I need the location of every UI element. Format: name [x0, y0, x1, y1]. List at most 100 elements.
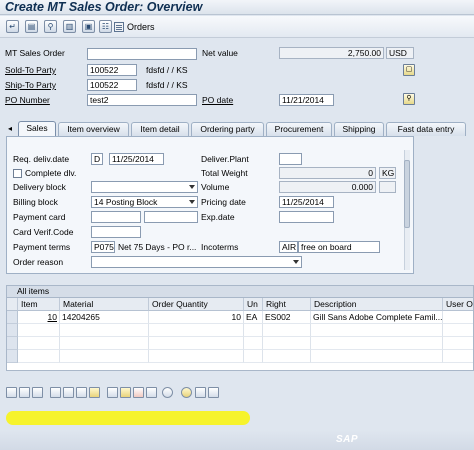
exp-date-field[interactable]	[279, 211, 334, 223]
cell-user-ou[interactable]	[443, 324, 473, 337]
insert-row-icon[interactable]	[19, 387, 30, 398]
display-item-icon[interactable]: ⚲	[44, 20, 57, 33]
header-partner-icon[interactable]: ▥	[63, 20, 76, 33]
application-toolbar: ↵ ▤ ⚲ ▥ ▣ ☷ Orders	[0, 16, 474, 38]
column-right[interactable]: Right	[263, 298, 311, 311]
cell-description[interactable]	[311, 324, 443, 337]
tab-fast-data-entry[interactable]: Fast data entry	[386, 122, 466, 136]
payment-terms-text: Net 75 Days - PO r...	[118, 242, 197, 252]
search-icon[interactable]: ⚲	[403, 93, 415, 105]
column-user-ou[interactable]: User Ou	[443, 298, 473, 311]
column-order-quantity[interactable]: Order Quantity	[149, 298, 244, 311]
sold-to-label: Sold-To Party	[5, 65, 57, 75]
cell-unit[interactable]	[244, 337, 263, 350]
cell-item[interactable]	[18, 337, 60, 350]
item-icon[interactable]: ▣	[82, 20, 95, 33]
cell-right[interactable]	[263, 337, 311, 350]
cell-description[interactable]: Gill Sans Adobe Complete Famil...	[311, 311, 443, 324]
payment-card-number-field[interactable]	[144, 211, 198, 223]
cell-right[interactable]	[263, 350, 311, 363]
cell-quantity[interactable]	[149, 350, 244, 363]
pricing-icon[interactable]	[120, 387, 131, 398]
row-selector[interactable]	[7, 337, 18, 350]
orders-button[interactable]: Orders	[114, 20, 155, 34]
row-selector[interactable]	[7, 324, 18, 337]
tab-ordering-party[interactable]: Ordering party	[191, 122, 264, 136]
tab-procurement[interactable]: Procurement	[266, 122, 332, 136]
tab-item-overview[interactable]: Item overview	[58, 122, 129, 136]
mt-sales-order-field[interactable]	[87, 48, 197, 60]
deliver-plant-label: Deliver.Plant	[201, 154, 249, 164]
document-icon[interactable]: ▢	[403, 64, 415, 76]
billing-block-select[interactable]: 14 Posting Block	[91, 196, 198, 208]
partner-icon[interactable]: ☷	[99, 20, 112, 33]
cell-description[interactable]	[311, 337, 443, 350]
sold-to-field[interactable]: 100522	[87, 64, 137, 76]
delivery-block-select[interactable]	[91, 181, 198, 193]
select-all-icon[interactable]	[50, 387, 61, 398]
column-material[interactable]: Material	[60, 298, 149, 311]
info-icon[interactable]	[208, 387, 219, 398]
search-icon[interactable]	[162, 387, 173, 398]
cell-right[interactable]: ES002	[263, 311, 311, 324]
payment-card-type-field[interactable]	[91, 211, 141, 223]
select-all-column[interactable]	[7, 298, 18, 311]
cell-item[interactable]	[18, 324, 60, 337]
details-icon[interactable]	[6, 387, 17, 398]
column-item[interactable]: Item	[18, 298, 60, 311]
tab-panel-scrollbar-thumb[interactable]	[404, 160, 410, 228]
column-unit[interactable]: Un	[244, 298, 263, 311]
po-number-field[interactable]: test2	[87, 94, 197, 106]
row-selector[interactable]	[7, 311, 18, 324]
cell-unit[interactable]	[244, 350, 263, 363]
tab-sales[interactable]: Sales	[18, 121, 56, 137]
cell-quantity[interactable]: 10	[149, 311, 244, 324]
copy-icon[interactable]	[146, 387, 157, 398]
incoterms-code-field[interactable]: AIR	[279, 241, 298, 253]
chevron-down-icon	[188, 198, 196, 206]
find-next-icon[interactable]	[181, 387, 192, 398]
deselect-all-icon[interactable]	[63, 387, 74, 398]
req-deliv-date-format-field[interactable]: D	[91, 153, 103, 165]
pricing-date-field[interactable]: 11/25/2014	[279, 196, 334, 208]
order-reason-select[interactable]	[91, 256, 302, 268]
incoterms-label: Incoterms	[201, 242, 239, 252]
cell-unit[interactable]: EA	[244, 311, 263, 324]
tab-scroll-left-icon[interactable]: ◂	[8, 124, 18, 135]
ship-to-field[interactable]: 100522	[87, 79, 137, 91]
schedule-lines-icon[interactable]	[89, 387, 100, 398]
payment-terms-code-field[interactable]: P075	[91, 241, 115, 253]
cell-description[interactable]	[311, 350, 443, 363]
cell-user-ou[interactable]	[443, 311, 473, 324]
cell-quantity[interactable]	[149, 337, 244, 350]
card-verif-code-field[interactable]	[91, 226, 141, 238]
cell-material[interactable]	[60, 337, 149, 350]
po-date-field[interactable]: 11/21/2014	[279, 94, 334, 106]
cell-material[interactable]	[60, 324, 149, 337]
tab-shipping[interactable]: Shipping	[334, 122, 384, 136]
delete-row-icon[interactable]	[32, 387, 43, 398]
deliver-plant-field[interactable]	[279, 153, 302, 165]
req-deliv-date-field[interactable]: 11/25/2014	[109, 153, 164, 165]
cell-material[interactable]: 14204265	[60, 311, 149, 324]
display-header-icon[interactable]: ▤	[25, 20, 38, 33]
configuration-icon[interactable]	[76, 387, 87, 398]
change-icon[interactable]	[195, 387, 206, 398]
cell-item[interactable]: 10	[18, 311, 60, 324]
sort-icon[interactable]	[107, 387, 118, 398]
payment-terms-label: Payment terms	[13, 242, 71, 252]
incoterms-text-field[interactable]: free on board	[298, 241, 380, 253]
cell-unit[interactable]	[244, 324, 263, 337]
row-selector[interactable]	[7, 350, 18, 363]
stock-icon[interactable]	[133, 387, 144, 398]
cell-right[interactable]	[263, 324, 311, 337]
cell-item[interactable]	[18, 350, 60, 363]
tab-item-detail[interactable]: Item detail	[131, 122, 189, 136]
cell-quantity[interactable]	[149, 324, 244, 337]
enter-icon[interactable]: ↵	[6, 20, 19, 33]
cell-material[interactable]	[60, 350, 149, 363]
cell-user-ou[interactable]	[443, 350, 473, 363]
cell-user-ou[interactable]	[443, 337, 473, 350]
complete-dlv-checkbox[interactable]	[13, 169, 22, 178]
column-description[interactable]: Description	[311, 298, 443, 311]
